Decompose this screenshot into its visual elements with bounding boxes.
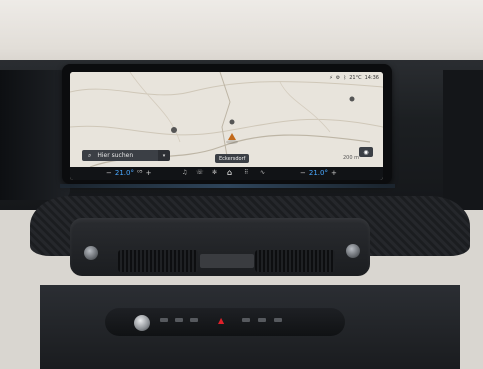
map-search-field[interactable]: ⌕ Hier suchen: [82, 150, 165, 161]
map-view-button[interactable]: ◉: [359, 147, 373, 157]
search-placeholder: Hier suchen: [97, 152, 134, 159]
seat-heat-icon[interactable]: ∿: [260, 169, 265, 176]
left-air-vent: [118, 250, 198, 272]
ambient-light-strip: [60, 184, 395, 188]
driver-temp-extra: ⁰⁵: [136, 169, 143, 177]
phone-icon[interactable]: ☏: [196, 169, 204, 176]
dashboard-right-edge: [443, 70, 483, 210]
car-interior-photo: ⚡ ⚙ ᛒ 21°C 14:36 ⌕ Hier suchen ▾ Eckersd…: [0, 0, 483, 369]
control-button[interactable]: [274, 318, 282, 322]
search-icon: ⌕: [88, 151, 92, 159]
climate-bar: − 21.0° ⁰⁵ + ♫ ☏ ✻ ⌂ ⠿ ∿ − 21.0° +: [70, 167, 383, 180]
status-temperature: 21°C: [349, 75, 362, 81]
left-vent-knob[interactable]: [84, 246, 98, 260]
control-button[interactable]: [175, 318, 183, 322]
right-vent-knob[interactable]: [346, 244, 360, 258]
infotainment-screen[interactable]: ⚡ ⚙ ᛒ 21°C 14:36 ⌕ Hier suchen ▾ Eckersd…: [70, 72, 383, 180]
current-location-label: Eckersdorf: [215, 154, 250, 163]
right-air-vent: [255, 250, 335, 272]
control-button[interactable]: [190, 318, 198, 322]
home-icon[interactable]: ⌂: [227, 168, 232, 177]
driver-temp-control[interactable]: − 21.0° ⁰⁵ +: [106, 168, 151, 178]
bluetooth-icon: ᛒ: [343, 75, 347, 81]
map-view-icon: ◉: [363, 148, 369, 156]
music-icon[interactable]: ♫: [182, 169, 187, 176]
connectivity-icon: ⚡: [329, 75, 333, 81]
map-scale: 200 m: [342, 155, 359, 161]
passenger-temp-value: 21.0°: [308, 169, 328, 177]
status-time: 14:36: [364, 75, 379, 81]
status-bar: ⚡ ⚙ ᛒ 21°C 14:36: [329, 74, 379, 82]
hazard-icon[interactable]: ▲: [218, 317, 228, 325]
temp-increase-button[interactable]: +: [146, 169, 152, 177]
settings-icon: ⚙: [335, 75, 341, 81]
temp-increase-button[interactable]: +: [331, 169, 337, 177]
driver-temp-value: 21.0°: [114, 169, 134, 177]
temp-decrease-button[interactable]: −: [300, 169, 306, 177]
search-dropdown-button[interactable]: ▾: [158, 150, 170, 161]
poi-marker-icon[interactable]: [349, 96, 355, 102]
control-button[interactable]: [258, 318, 266, 322]
poi-marker-icon[interactable]: [171, 127, 177, 133]
volume-knob[interactable]: [134, 315, 150, 331]
chevron-down-icon: ▾: [162, 152, 166, 159]
temp-decrease-button[interactable]: −: [106, 169, 112, 177]
navigation-map[interactable]: [70, 72, 383, 180]
apps-icon[interactable]: ⠿: [244, 169, 248, 176]
control-button[interactable]: [242, 318, 250, 322]
poi-marker-icon[interactable]: [229, 119, 235, 125]
passenger-temp-control[interactable]: − 21.0° +: [300, 168, 337, 178]
center-vent-blank: [200, 254, 254, 268]
control-button[interactable]: [160, 318, 168, 322]
instrument-cluster-edge: [0, 70, 70, 200]
fan-icon[interactable]: ✻: [212, 169, 217, 176]
